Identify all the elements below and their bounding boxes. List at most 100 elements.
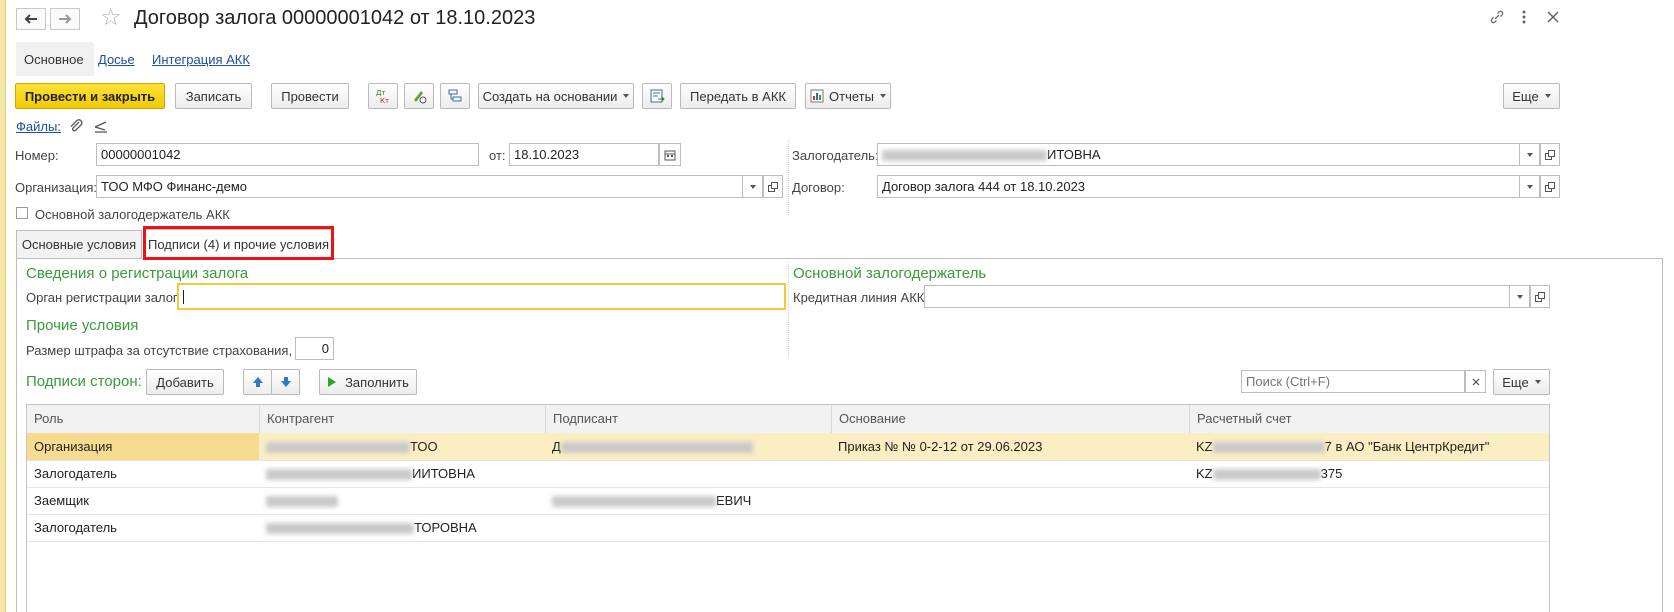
create-based-on-label: Создать на основании bbox=[482, 88, 618, 104]
organization-open-button[interactable] bbox=[763, 175, 783, 198]
search-input[interactable] bbox=[1241, 370, 1465, 393]
cell-role: Заемщик bbox=[34, 493, 89, 508]
cell-role: Залогодатель bbox=[34, 520, 117, 535]
chevron-down-icon bbox=[1544, 94, 1551, 98]
more-button[interactable]: Еще bbox=[1503, 83, 1560, 109]
cell-signer: Д bbox=[545, 433, 831, 460]
move-up-button[interactable] bbox=[243, 369, 272, 395]
main-holder-checkbox-label: Основной залогодержатель АКК bbox=[35, 207, 230, 222]
favorite-star-icon[interactable]: ☆ bbox=[100, 6, 122, 30]
table-header: Роль Контрагент Подписант Основание Расч… bbox=[27, 405, 1549, 434]
chevron-down-icon bbox=[623, 94, 630, 98]
column-counterparty[interactable]: Контрагент bbox=[259, 405, 545, 433]
report-doc-button[interactable] bbox=[642, 83, 672, 109]
open-window-icon bbox=[1535, 291, 1545, 302]
pledger-dropdown[interactable] bbox=[1520, 143, 1540, 166]
search-clear-button[interactable] bbox=[1465, 370, 1486, 393]
cell-role: Залогодатель bbox=[34, 466, 117, 481]
account-start: KZ bbox=[1196, 466, 1213, 481]
account-end: 7 в АО "Банк ЦентрКредит" bbox=[1324, 439, 1490, 454]
post-button[interactable]: Провести bbox=[271, 83, 349, 109]
credit-line-field[interactable] bbox=[924, 285, 1510, 308]
paperclip-icon[interactable] bbox=[68, 118, 84, 137]
section-akk-integration[interactable]: Интеграция АКК bbox=[152, 52, 250, 67]
fill-label: Заполнить bbox=[345, 374, 409, 390]
redacted-text bbox=[552, 496, 716, 508]
contract-field[interactable]: Договор залога 444 от 18.10.2023 bbox=[877, 175, 1520, 198]
cell-signer bbox=[545, 460, 831, 487]
forward-button[interactable] bbox=[50, 8, 80, 30]
section-dossier[interactable]: Досье bbox=[98, 52, 135, 67]
column-account[interactable]: Расчетный счет bbox=[1189, 405, 1549, 433]
close-icon[interactable] bbox=[1546, 9, 1560, 29]
table-row[interactable]: Заемщик ЕВИЧ bbox=[27, 487, 1549, 515]
report-icon bbox=[810, 89, 824, 103]
arrow-up-icon bbox=[252, 377, 263, 387]
more-vertical-icon[interactable] bbox=[1519, 9, 1529, 30]
cell-account bbox=[1189, 487, 1549, 514]
credit-line-open-button[interactable] bbox=[1530, 285, 1550, 308]
penalty-label: Размер штрафа за отсутствие страхования,… bbox=[26, 343, 311, 358]
move-down-button[interactable] bbox=[271, 369, 300, 395]
tab-main-conditions[interactable]: Основные условия bbox=[16, 230, 142, 258]
table-row[interactable]: Залогодатель ТОРОВНА bbox=[27, 514, 1549, 542]
organization-dropdown[interactable] bbox=[743, 175, 763, 198]
window-frame-border bbox=[5, 0, 6, 612]
create-based-on-button[interactable]: Создать на основании bbox=[478, 83, 634, 109]
edit-movements-button[interactable] bbox=[404, 83, 434, 109]
number-field[interactable]: 00000001042 bbox=[96, 143, 479, 166]
calendar-button[interactable] bbox=[659, 143, 681, 166]
pledger-field[interactable]: ИТОВНА bbox=[877, 143, 1520, 166]
pledger-redacted bbox=[882, 150, 1047, 162]
credit-line-dropdown[interactable] bbox=[1510, 285, 1530, 308]
signatures-label: Подписи сторон: bbox=[26, 373, 142, 390]
send-to-akk-button[interactable]: Передать в АКК bbox=[680, 83, 796, 109]
chevron-down-icon bbox=[1526, 152, 1533, 157]
text-cursor bbox=[183, 289, 184, 304]
contract-open-button[interactable] bbox=[1540, 175, 1560, 198]
section-main[interactable]: Основное bbox=[24, 52, 84, 67]
organization-field[interactable]: ТОО МФО Финанс-демо bbox=[96, 175, 743, 198]
penalty-field[interactable]: 0 bbox=[295, 337, 334, 360]
account-start: KZ bbox=[1196, 439, 1213, 454]
cell-counterparty: ИИТОВНА bbox=[259, 460, 545, 487]
date-label: от: bbox=[489, 148, 506, 163]
registration-label: Орган регистрации залога: bbox=[26, 290, 189, 305]
pledger-open-button[interactable] bbox=[1540, 143, 1560, 166]
column-basis[interactable]: Основание bbox=[831, 405, 1189, 433]
document-arrow-icon bbox=[650, 89, 665, 103]
signer-visible: Д bbox=[552, 439, 561, 454]
table-more-button[interactable]: Еще bbox=[1493, 369, 1550, 395]
post-and-close-button[interactable]: Провести и закрыть bbox=[15, 83, 165, 109]
structure-button[interactable] bbox=[440, 83, 470, 109]
reports-button[interactable]: Отчеты bbox=[805, 83, 891, 109]
files-link[interactable]: Файлы: bbox=[16, 119, 61, 134]
fill-button[interactable]: Заполнить bbox=[319, 369, 417, 395]
highlight-box bbox=[143, 226, 334, 260]
table-row[interactable]: Организация ТОО Д Приказ № № 0-2-12 от 2… bbox=[27, 433, 1549, 461]
account-end: 375 bbox=[1320, 466, 1343, 481]
signature-icon[interactable] bbox=[93, 118, 109, 137]
date-field[interactable]: 18.10.2023 bbox=[509, 143, 659, 166]
add-button[interactable]: Добавить bbox=[146, 369, 224, 395]
back-arrow-icon bbox=[24, 14, 37, 24]
page-title: Договор залога 00000001042 от 18.10.2023 bbox=[134, 7, 536, 29]
dt-kt-button[interactable]: Дт Кт bbox=[368, 83, 398, 109]
contract-dropdown[interactable] bbox=[1520, 175, 1540, 198]
table-row[interactable]: Залогодатель ИИТОВНА KZ 375 bbox=[27, 460, 1549, 488]
more-label: Еще bbox=[1512, 88, 1539, 104]
calendar-icon bbox=[664, 150, 676, 160]
open-window-icon bbox=[1545, 149, 1555, 160]
registration-field[interactable] bbox=[177, 283, 786, 310]
save-button[interactable]: Записать bbox=[175, 83, 252, 109]
main-holder-checkbox[interactable] bbox=[16, 207, 28, 219]
column-signer[interactable]: Подписант bbox=[545, 405, 831, 433]
link-icon[interactable] bbox=[1489, 9, 1505, 30]
organization-label: Организация: bbox=[15, 180, 98, 195]
registration-header: Сведения о регистрации залога bbox=[26, 265, 249, 282]
back-button[interactable] bbox=[16, 8, 46, 30]
redacted-text bbox=[1212, 442, 1325, 454]
credit-line-label: Кредитная линия АКК: bbox=[793, 290, 928, 305]
cell-counterparty: ТОО bbox=[259, 433, 545, 460]
column-role[interactable]: Роль bbox=[27, 405, 259, 433]
